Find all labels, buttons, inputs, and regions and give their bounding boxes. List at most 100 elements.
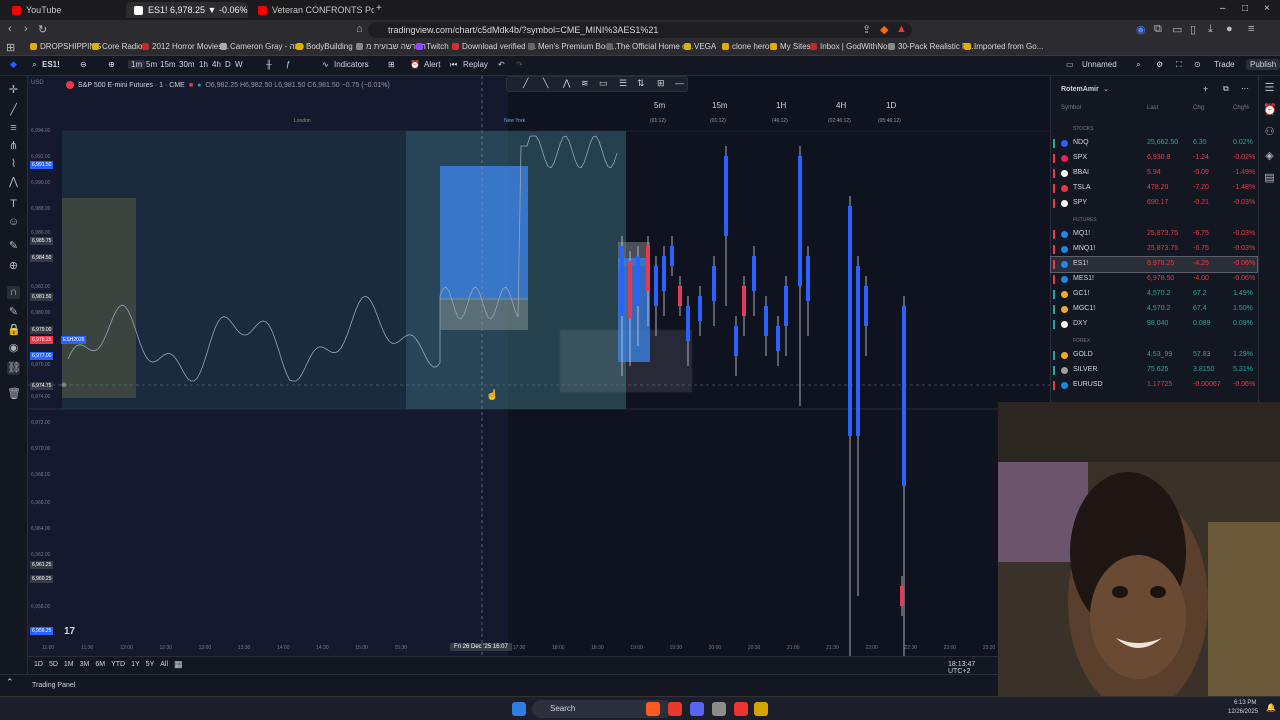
watchlist-row[interactable]: GC1! 4,570.2 67.2 1.49% <box>1051 287 1257 302</box>
tradingview-menu-icon[interactable]: ◆ <box>10 59 17 70</box>
rectangle-tool-icon[interactable]: ▭ <box>599 78 608 89</box>
mtf-button-4h[interactable]: 4H <box>836 101 846 110</box>
maximize-icon[interactable]: □ <box>1242 3 1248 14</box>
settings-app-icon[interactable] <box>712 702 726 716</box>
bookmark-item[interactable]: Cameron Gray - פיזה <box>220 42 304 51</box>
ray-tool-icon[interactable]: ╲ <box>543 78 548 89</box>
watchlist-row[interactable]: BBAI 5.94 -0.09 -1.49% <box>1051 166 1257 181</box>
trade-button[interactable]: Trade <box>1214 60 1235 69</box>
horizontal-lines-icon[interactable]: ≡ <box>7 122 20 135</box>
more-icon[interactable]: ⋯ <box>1241 84 1249 93</box>
bookmark-item[interactable]: Imported from Go... <box>964 42 1043 51</box>
lock-drawing-icon[interactable]: ✎ <box>7 306 20 319</box>
publish-button[interactable]: Publish <box>1246 59 1280 70</box>
text-icon[interactable]: T <box>7 198 20 211</box>
bookmark-item[interactable]: Inbox | GodWithNo... <box>810 42 894 51</box>
watchlist-section-header[interactable]: STOCKS <box>1073 126 1093 132</box>
watchlist-row[interactable]: ES1! 6,978.25 -4.25 -0.06% <box>1050 256 1258 273</box>
eye-icon[interactable]: ◉ <box>7 342 20 355</box>
alerts-icon[interactable]: ⏰ <box>1263 104 1277 117</box>
timeframe-w[interactable]: W <box>235 60 243 69</box>
bookmark-item[interactable]: The Official Home o... <box>606 42 693 51</box>
search-icon[interactable]: ⌕ <box>32 60 36 70</box>
settings-icon[interactable]: ⚙ <box>1156 60 1163 69</box>
patterns-icon[interactable]: ⋀ <box>7 176 20 189</box>
snapshot-icon[interactable]: ⊙ <box>1194 60 1201 69</box>
symbol-search[interactable]: ES1! <box>42 60 60 69</box>
watchlist-row[interactable]: SPX 6,930.8 -1.24 -0.02% <box>1051 151 1257 166</box>
more-tools-icon[interactable]: — <box>675 78 684 88</box>
range-button[interactable]: 1M <box>64 661 74 668</box>
chevron-up-icon[interactable]: ⌃ <box>6 677 14 688</box>
timeframe-1h[interactable]: 1h <box>199 60 208 69</box>
ruler-icon[interactable]: ✎ <box>7 240 20 253</box>
range-button[interactable]: 1Y <box>131 661 140 668</box>
chart-pane[interactable]: S&P 500 E-mini Futures · 1 · CME ■ ● O6,… <box>28 76 1050 656</box>
watchlist-row[interactable]: GOLD 4,53_99 57.83 1.29% <box>1051 348 1257 363</box>
notification-icon[interactable]: 🔔 <box>1266 703 1276 712</box>
bookmark-item[interactable]: Twitch <box>416 42 449 51</box>
app-icon[interactable] <box>734 702 748 716</box>
windows-start-icon[interactable] <box>512 702 526 716</box>
timeframe-30m[interactable]: 30m <box>179 60 195 69</box>
profile-icon[interactable]: ● <box>1226 23 1233 35</box>
reload-icon[interactable]: ↻ <box>38 23 47 36</box>
bookmark-item[interactable]: BodyBuilding <box>296 42 353 51</box>
watchlist-icon[interactable]: ☰ <box>1263 82 1276 95</box>
link-icon[interactable]: ⛓ <box>7 362 21 375</box>
watchlist-row[interactable]: MNQ1! 25,873.75 -6.75 -0.03% <box>1051 242 1257 257</box>
pitchfork-icon[interactable]: ⋔ <box>7 140 20 153</box>
watchlist-row[interactable]: NDQ 25,662.50 6.35 0.02% <box>1051 136 1257 151</box>
menu-icon[interactable]: ≡ <box>1248 23 1254 35</box>
watchlist-row[interactable]: TSLA 478.20 -7.20 -1.48% <box>1051 181 1257 196</box>
trendline-icon[interactable]: ╱ <box>7 104 20 117</box>
chart-clock[interactable]: 18:13:47 UTC+2 <box>948 661 998 675</box>
rewards-icon[interactable]: ▲ <box>896 23 907 35</box>
apps-icon[interactable]: ⊞ <box>6 41 15 54</box>
bookmark-item[interactable]: clone hero <box>722 42 769 51</box>
compare-icon[interactable]: ⊖ <box>80 60 87 69</box>
extensions-icon[interactable]: ⧉ <box>1154 23 1162 36</box>
fib-icon[interactable]: ⌇ <box>7 158 20 171</box>
wallet-icon[interactable]: ▭ <box>1172 23 1182 36</box>
bookmark-icon[interactable]: ⌂ <box>356 23 363 35</box>
watchlist-row[interactable]: DXY 98.040 0.089 0.09% <box>1051 317 1257 332</box>
watchlist-row[interactable]: MQ1! 25,873.75 -6.75 -0.03% <box>1051 227 1257 242</box>
bookmark-item[interactable]: My Sites <box>770 42 811 51</box>
brave-shield-icon[interactable]: ◆ <box>880 23 888 36</box>
watchlist-row[interactable]: SPY 690.17 -0.21 -0.03% <box>1051 196 1257 211</box>
discord-icon[interactable] <box>690 702 704 716</box>
back-icon[interactable]: ‹ <box>8 23 12 35</box>
range-button[interactable]: 3M <box>80 661 90 668</box>
alert-button[interactable]: Alert <box>424 60 440 69</box>
watchlist-section-header[interactable]: FOREX <box>1073 338 1090 344</box>
price-chart[interactable] <box>28 76 1050 656</box>
forward-icon[interactable]: › <box>24 23 28 35</box>
browser-tab-tradingview[interactable]: ES1! 6,978.25 ▼ -0.06% Unnam × <box>126 2 248 18</box>
add-symbol-icon[interactable]: + <box>1203 84 1208 94</box>
minimize-icon[interactable]: – <box>1220 3 1226 14</box>
indicators-button[interactable]: Indicators <box>334 60 369 69</box>
timeframe-d[interactable]: D <box>225 60 231 69</box>
date-range-icon[interactable]: ▦ <box>174 659 183 670</box>
new-tab-icon[interactable]: + <box>376 3 382 14</box>
trash-icon[interactable]: 🗑 <box>7 388 21 401</box>
range-button[interactable]: 1D <box>34 661 43 668</box>
range-button[interactable]: YTD <box>111 661 125 668</box>
mtf-button-15m[interactable]: 15m <box>712 101 728 110</box>
position-tool-icon[interactable]: ☰ <box>619 78 627 89</box>
emoji-icon[interactable]: ☺ <box>7 216 20 229</box>
watchlist-row[interactable]: MES1! 6,978.50 -4.00 -0.06% <box>1051 272 1257 287</box>
range-button[interactable]: All <box>160 661 168 668</box>
crosshair-icon[interactable]: ✛ <box>7 84 20 97</box>
bookmark-item[interactable]: VEGA <box>684 42 716 51</box>
extension-icon[interactable]: ◉ <box>1136 23 1146 36</box>
news-icon[interactable]: ▤ <box>1263 172 1276 185</box>
browser-icon[interactable] <box>668 702 682 716</box>
share-icon[interactable]: ⇪ <box>862 23 871 36</box>
pen-app-icon[interactable] <box>754 702 768 716</box>
path-tool-icon[interactable]: ⋀ <box>563 78 570 89</box>
layout-icon[interactable]: ⊞ <box>388 60 395 69</box>
timeframe-4h[interactable]: 4h <box>212 60 221 69</box>
mtf-button-1h[interactable]: 1H <box>776 101 786 110</box>
